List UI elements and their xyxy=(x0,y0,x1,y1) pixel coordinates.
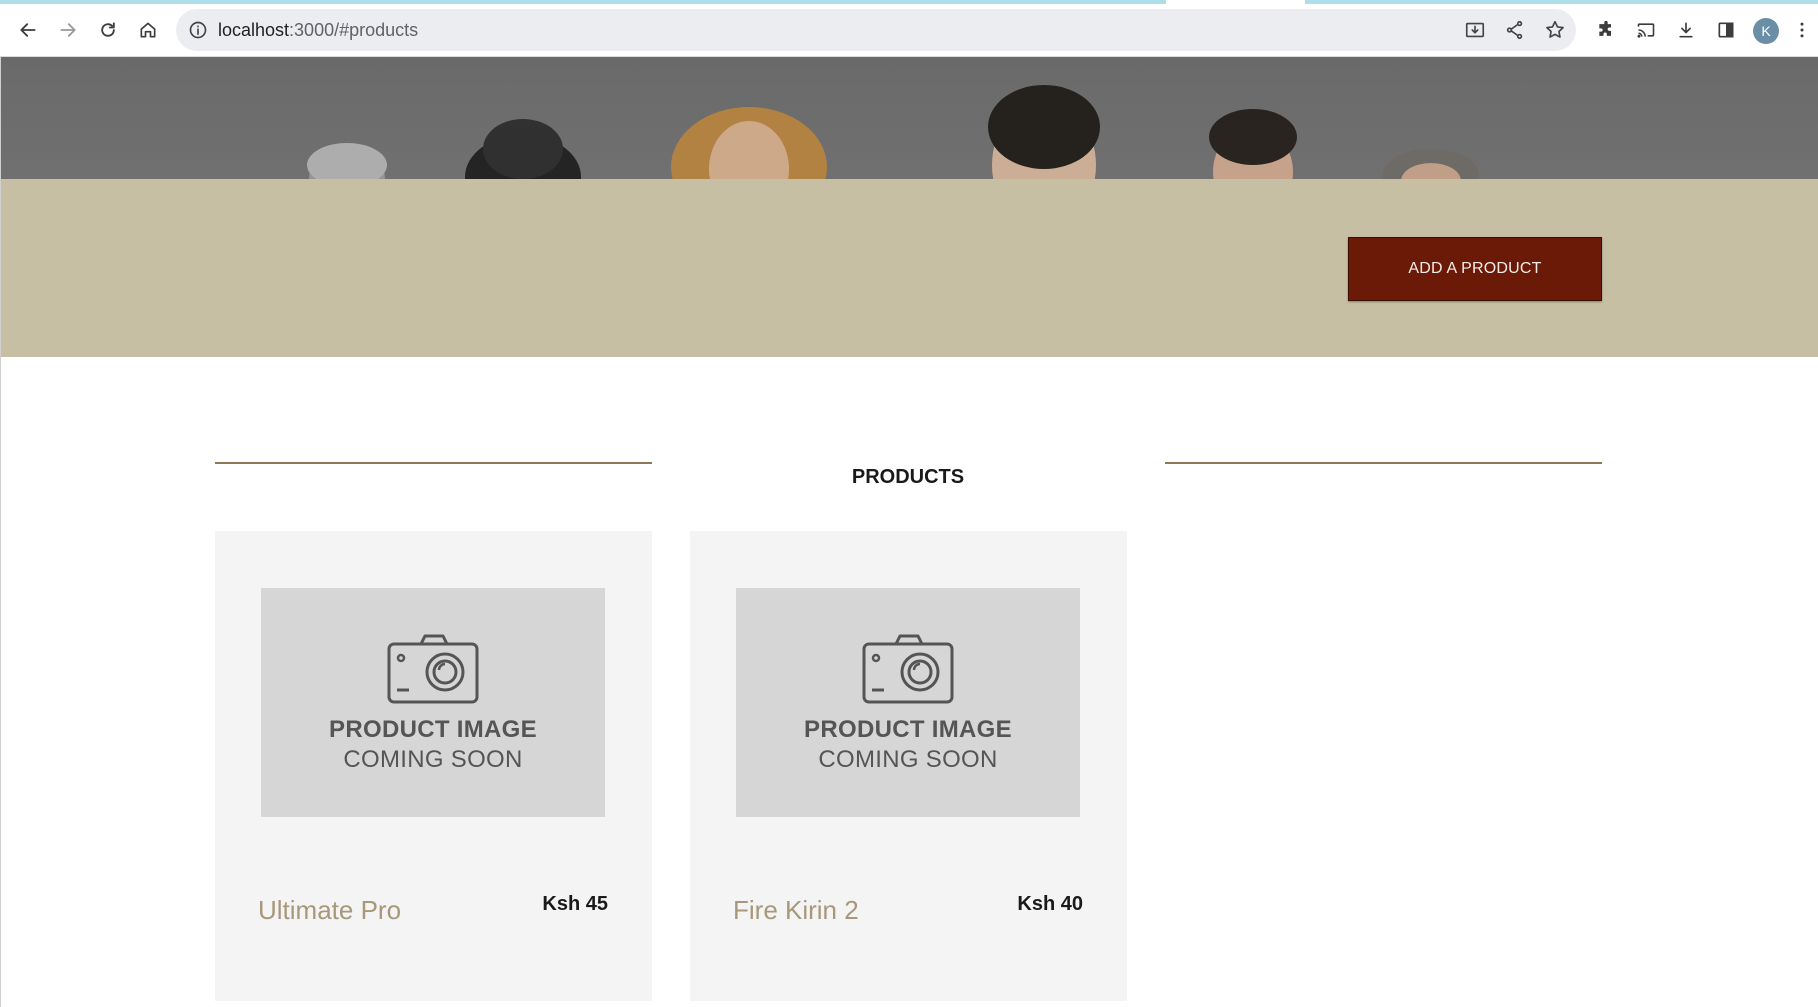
product-name[interactable]: Fire Kirin 2 xyxy=(733,895,859,926)
product-image-placeholder[interactable]: PRODUCT IMAGE COMING SOON xyxy=(736,588,1080,817)
share-icon[interactable] xyxy=(1504,19,1526,41)
product-card[interactable]: PRODUCT IMAGE COMING SOON Ultimate Pro K… xyxy=(215,531,652,1001)
page-viewport: ADD A PRODUCT PRODUCTS PRODUCT IMAGE COM… xyxy=(0,57,1818,1007)
menu-icon[interactable] xyxy=(1790,14,1814,46)
camera-icon xyxy=(862,634,954,704)
install-icon[interactable] xyxy=(1464,19,1486,41)
product-price: Ksh 45 xyxy=(542,893,608,915)
address-bar[interactable]: localhost:3000/#products xyxy=(176,9,1576,51)
header-band: ADD A PRODUCT xyxy=(1,179,1818,357)
section-divider-left xyxy=(215,462,652,464)
section-divider-right xyxy=(1165,462,1602,464)
product-name[interactable]: Ultimate Pro xyxy=(258,895,401,926)
download-icon[interactable] xyxy=(1670,14,1702,46)
product-image-placeholder[interactable]: PRODUCT IMAGE COMING SOON xyxy=(261,588,605,817)
placeholder-line-2: COMING SOON xyxy=(343,746,523,773)
camera-icon xyxy=(387,634,479,704)
add-product-button[interactable]: ADD A PRODUCT xyxy=(1348,237,1602,301)
bookmark-star-icon[interactable] xyxy=(1544,19,1566,41)
product-card[interactable]: PRODUCT IMAGE COMING SOON Fire Kirin 2 K… xyxy=(690,531,1127,1001)
url-text[interactable]: localhost:3000/#products xyxy=(218,20,418,41)
placeholder-line-1: PRODUCT IMAGE xyxy=(329,716,537,743)
home-icon[interactable] xyxy=(132,14,164,46)
hero-banner-image xyxy=(1,57,1818,179)
placeholder-line-1: PRODUCT IMAGE xyxy=(804,716,1012,743)
side-panel-icon[interactable] xyxy=(1710,14,1742,46)
forward-icon[interactable] xyxy=(52,14,84,46)
reload-icon[interactable] xyxy=(92,14,124,46)
info-icon[interactable] xyxy=(188,20,208,40)
extensions-icon[interactable] xyxy=(1590,14,1622,46)
product-price: Ksh 40 xyxy=(1017,893,1083,915)
browser-toolbar: localhost:3000/#products K xyxy=(0,5,1818,57)
placeholder-line-2: COMING SOON xyxy=(818,746,998,773)
cast-icon[interactable] xyxy=(1630,14,1662,46)
profile-avatar[interactable]: K xyxy=(1753,18,1779,44)
section-title: PRODUCTS xyxy=(851,466,965,488)
back-icon[interactable] xyxy=(12,14,44,46)
